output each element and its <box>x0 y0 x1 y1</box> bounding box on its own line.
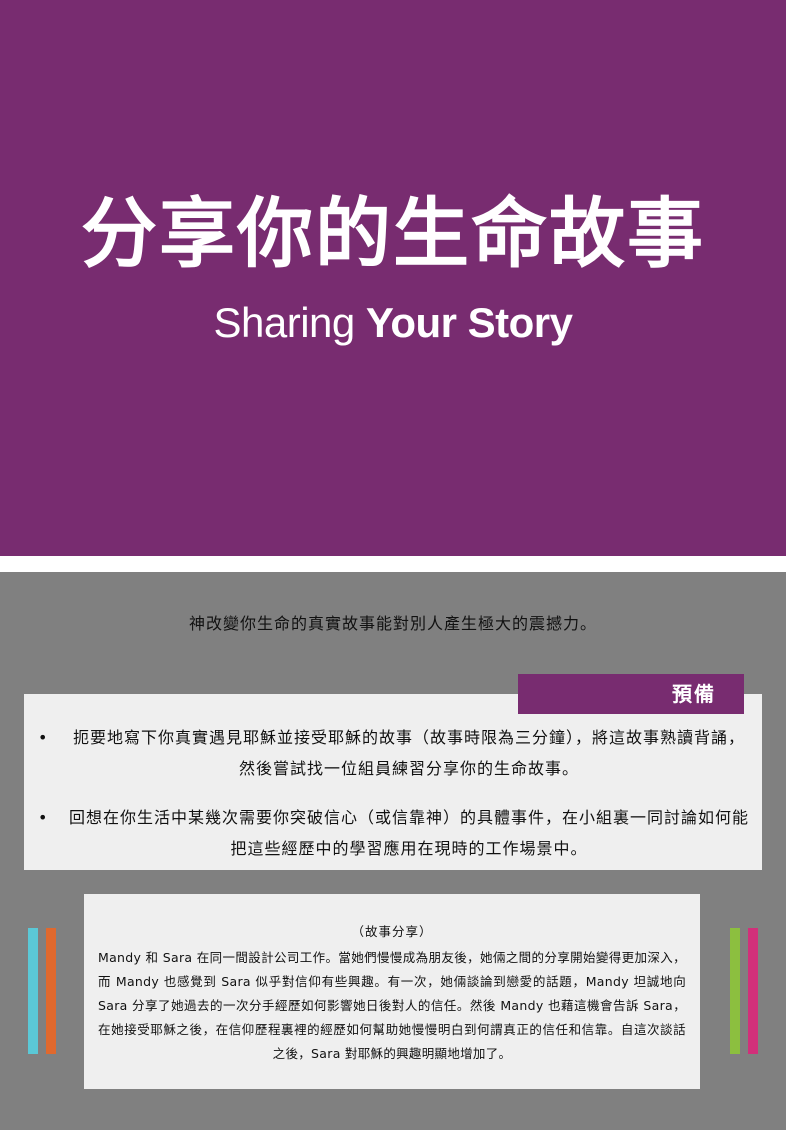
hero-subtitle-bold: Your Story <box>365 299 573 346</box>
story-heading: （故事分享） <box>351 924 433 939</box>
bullet-icon: • <box>38 728 49 747</box>
hero-subtitle-regular: Sharing <box>213 299 355 346</box>
decor-bar-cyan <box>28 928 38 1054</box>
story-box: （故事分享） Mandy 和 Sara 在同一間設計公司工作。當她們慢慢成為朋友… <box>84 894 700 1089</box>
list-item-line: 回想在你生活中某幾次需要你突破信心（或信靠神）的具體事件，在小組裏一同討論如何能 <box>68 808 749 827</box>
decor-bar-green <box>730 928 740 1054</box>
list-item-line: 把這些經歷中的學習應用在現時的工作場景中。 <box>230 839 588 858</box>
decor-bar-orange <box>46 928 56 1054</box>
hero-banner: 分享你的生命故事 Sharing Your Story <box>0 0 786 556</box>
prep-list: • 扼要地寫下你真實遇見耶穌並接受耶穌的故事（故事時限為三分鐘），將這故事熟讀背… <box>30 722 760 864</box>
content-section: 神改變你生命的真實故事能對別人產生極大的震撼力。 預備 • 扼要地寫下你真實遇見… <box>0 572 786 1130</box>
bullet-icon: • <box>38 808 49 827</box>
list-item-line: 然後嘗試找一位組員練習分享你的生命故事。 <box>238 759 579 778</box>
list-item: • 回想在你生活中某幾次需要你突破信心（或信靠神）的具體事件，在小組裏一同討論如… <box>30 802 760 864</box>
list-item: • 扼要地寫下你真實遇見耶穌並接受耶穌的故事（故事時限為三分鐘），將這故事熟讀背… <box>30 722 760 784</box>
prep-tag: 預備 <box>518 674 744 714</box>
decor-bar-magenta <box>748 928 758 1054</box>
list-item-line: 扼要地寫下你真實遇見耶穌並接受耶穌的故事（故事時限為三分鐘），將這故事熟讀背誦， <box>72 728 745 747</box>
hero-title: 分享你的生命故事 <box>81 189 705 278</box>
divider <box>0 556 786 572</box>
story-body: Mandy 和 Sara 在同一間設計公司工作。當她們慢慢成為朋友後，她倆之間的… <box>98 950 686 1061</box>
intro-text: 神改變你生命的真實故事能對別人產生極大的震撼力。 <box>188 614 597 633</box>
hero-subtitle: Sharing Your Story <box>0 302 786 344</box>
